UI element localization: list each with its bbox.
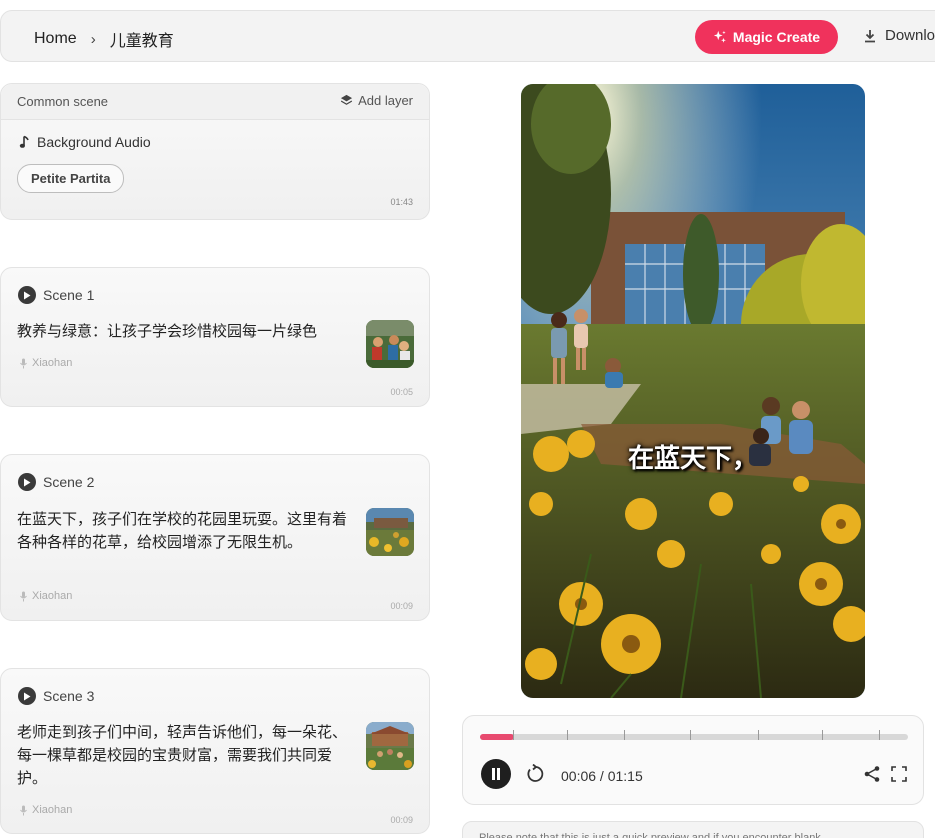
scene-thumbnail[interactable] <box>366 320 414 368</box>
audio-duration: 01:43 <box>390 197 413 207</box>
download-label: Download <box>885 27 935 44</box>
subtitle-caption: 在蓝天下， <box>627 443 758 473</box>
replay-icon[interactable] <box>525 764 545 784</box>
fullscreen-icon[interactable] <box>891 766 907 782</box>
timeline-tick <box>513 730 514 740</box>
breadcrumb: Home › 儿童教育 <box>34 27 174 51</box>
scene-card-2[interactable]: Scene 2 在蓝天下，孩子们在学校的花园里玩耍。这里有着各种各样的花草，给校… <box>0 454 430 621</box>
scene-duration: 00:09 <box>390 815 413 825</box>
timeline-tick <box>758 730 759 740</box>
microphone-icon <box>20 591 27 601</box>
breadcrumb-current: 儿童教育 <box>109 33 174 50</box>
add-layer-button[interactable]: Add layer <box>340 93 413 108</box>
timeline-progress <box>480 734 515 740</box>
scene-card-1[interactable]: Scene 1 教养与绿意：让孩子学会珍惜校园每一片绿色 Xiaohan 00:… <box>0 267 430 407</box>
pause-icon <box>492 768 500 780</box>
music-note-icon <box>19 135 29 148</box>
top-bar: Home › 儿童教育 Magic Create Download <box>0 10 935 62</box>
magic-create-label: Magic Create <box>732 29 821 45</box>
voice-name: Xiaohan <box>32 804 73 816</box>
scene-label: Scene 2 <box>18 473 94 491</box>
background-audio-row: Background Audio <box>19 134 151 150</box>
scene-duration: 00:05 <box>390 387 413 397</box>
common-scene-header: Common scene Add layer <box>1 84 429 120</box>
playback-controls: 00:06 / 01:15 <box>462 715 924 805</box>
timeline-tick <box>690 730 691 740</box>
voice-label[interactable]: Xiaohan <box>19 357 72 369</box>
scene-card-3[interactable]: Scene 3 老师走到孩子们中间，轻声告诉他们，每一朵花、每一棵草都是校园的宝… <box>0 668 430 834</box>
voice-label[interactable]: Xiaohan <box>19 804 72 816</box>
pause-button[interactable] <box>481 759 511 789</box>
timeline-tick <box>624 730 625 740</box>
video-preview[interactable]: 在蓝天下， <box>521 84 865 698</box>
timeline-tick <box>879 730 880 740</box>
preview-notice: Please note that this is just a quick pr… <box>462 821 924 838</box>
scene-title: Scene 1 <box>43 287 95 303</box>
scene-label: Scene 3 <box>18 687 94 705</box>
scene-script[interactable]: 在蓝天下，孩子们在学校的花园里玩耍。这里有着各种各样的花草，给校园增添了无限生机… <box>17 508 347 554</box>
microphone-icon <box>20 358 27 368</box>
play-icon[interactable] <box>18 687 36 705</box>
timeline-tick <box>822 730 823 740</box>
scene-script[interactable]: 老师走到孩子们中间，轻声告诉他们，每一朵花、每一棵草都是校园的宝贵财富，需要我们… <box>17 721 347 790</box>
scene-thumbnail[interactable] <box>366 508 414 556</box>
timeline-track[interactable] <box>480 730 908 740</box>
magic-create-button[interactable]: Magic Create <box>695 20 838 54</box>
scene-script[interactable]: 教养与绿意：让孩子学会珍惜校园每一片绿色 <box>17 320 347 343</box>
scene-label: Scene 1 <box>18 286 94 304</box>
playback-time: 00:06 / 01:15 <box>561 768 643 784</box>
timeline-tick <box>567 730 568 740</box>
voice-name: Xiaohan <box>32 357 73 369</box>
scene-title: Scene 3 <box>43 688 95 704</box>
microphone-icon <box>20 805 27 815</box>
add-layer-label: Add layer <box>358 93 413 108</box>
audio-track-chip[interactable]: Petite Partita <box>17 164 125 193</box>
scene-thumbnail[interactable] <box>366 722 414 770</box>
scene-duration: 00:09 <box>390 601 413 611</box>
common-scene-card: Common scene Add layer Background Audio … <box>0 83 430 220</box>
download-button[interactable]: Download <box>863 27 935 44</box>
layers-icon <box>341 94 353 105</box>
voice-label[interactable]: Xiaohan <box>19 590 72 602</box>
play-icon[interactable] <box>18 286 36 304</box>
share-icon[interactable] <box>863 765 881 783</box>
scene-title: Scene 2 <box>43 474 95 490</box>
download-icon <box>865 29 875 42</box>
preview-image <box>521 84 865 698</box>
voice-name: Xiaohan <box>32 590 73 602</box>
breadcrumb-home[interactable]: Home <box>34 30 77 48</box>
play-icon[interactable] <box>18 473 36 491</box>
common-scene-title: Common scene <box>17 94 109 109</box>
sparkle-icon <box>713 30 726 43</box>
chevron-right-icon: › <box>90 30 96 48</box>
background-audio-label: Background Audio <box>37 134 151 150</box>
